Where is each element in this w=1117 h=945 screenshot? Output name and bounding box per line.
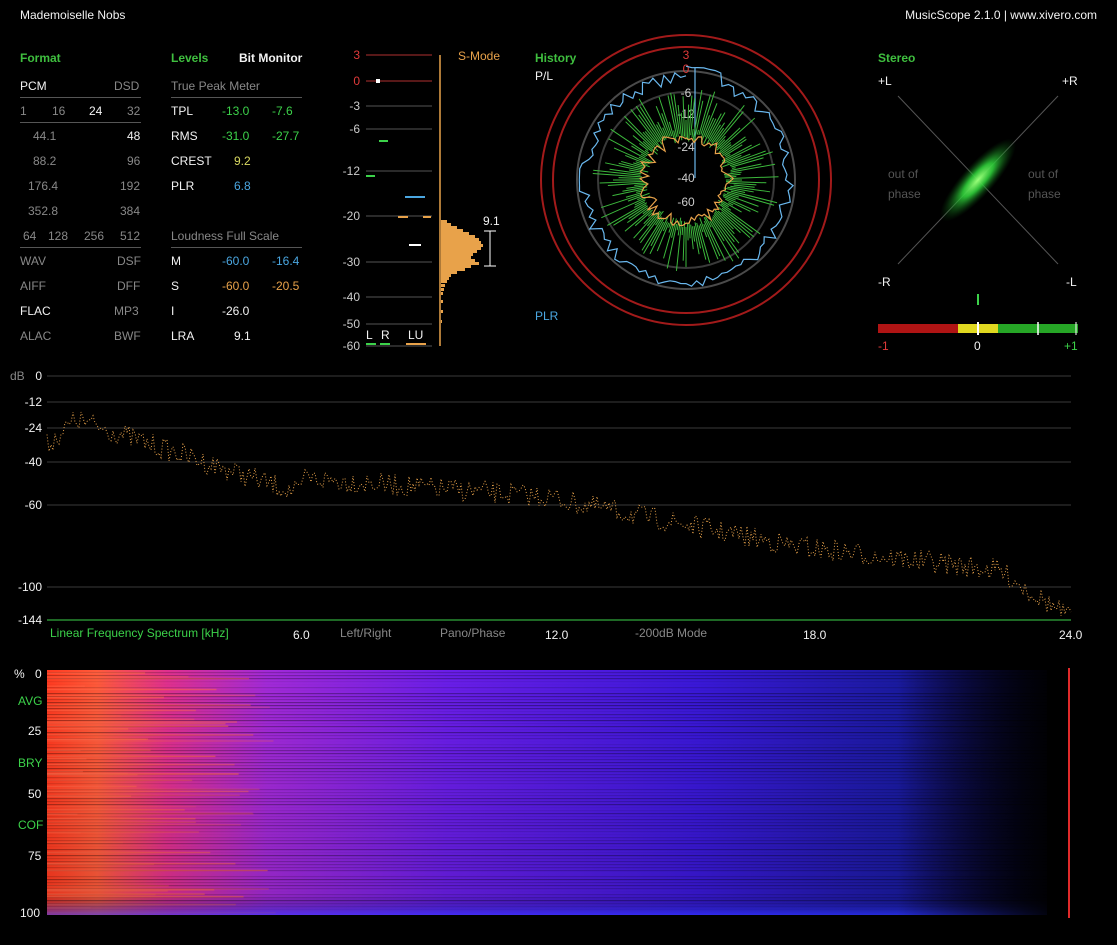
meter-histogram-bar	[441, 256, 471, 259]
history-ring-label: 3	[683, 48, 690, 62]
history-loudness-spike	[712, 216, 740, 253]
history-loudness-spike	[618, 177, 642, 179]
history-loudness-spike	[663, 225, 674, 259]
meter-histogram-bar	[441, 229, 463, 232]
meter-floor-r	[380, 343, 390, 345]
history-loudness-spike	[731, 157, 764, 168]
meter-marker	[366, 175, 375, 177]
history-ring-label: -60	[677, 195, 695, 209]
meter-histogram-bar	[441, 300, 443, 303]
meter-histogram-bar	[441, 274, 451, 277]
meter-histogram-bar	[441, 265, 471, 268]
meter-histogram-bar	[441, 288, 444, 291]
meter-histogram-bar	[441, 271, 457, 274]
history-loudness-spike	[696, 129, 699, 135]
meter-histogram-bar	[441, 244, 483, 247]
meter-histogram-bar	[441, 280, 447, 283]
history-loudness-spike	[681, 226, 684, 236]
history-ring-label: 0	[683, 62, 690, 76]
history-loudness-spike	[682, 221, 686, 261]
meter-histogram-bar	[441, 223, 451, 226]
history-loudness-spike	[601, 194, 642, 209]
meter-marker	[379, 140, 388, 142]
meter-histogram-bar	[441, 241, 481, 244]
graphics-layer: 30-6-12-24-40-60	[46, 34, 1078, 918]
meter-histogram-bar	[441, 268, 465, 271]
lra-bracket	[484, 230, 496, 267]
meter-histogram-bar	[441, 253, 473, 256]
meter-histogram-bar	[441, 235, 475, 238]
meter-histogram-bar	[441, 310, 443, 313]
meter-marker	[409, 244, 421, 246]
history-loudness-spike	[682, 96, 685, 137]
history-ring-label: -24	[677, 140, 695, 154]
meter-floor-lu	[406, 343, 426, 345]
spectrogram-fade	[47, 670, 1047, 915]
correlation-negative	[878, 324, 958, 333]
history-loudness-spike	[732, 167, 736, 169]
meter-peak-l	[376, 79, 380, 83]
meter-histogram-bar	[441, 292, 443, 295]
history-loudness-spike	[726, 182, 757, 186]
meter-marker	[423, 216, 431, 218]
history-loudness-spike	[730, 176, 779, 179]
history-loudness-spike	[592, 172, 643, 178]
meter-histogram-bar	[441, 250, 477, 253]
meter-histogram-bar	[441, 226, 457, 229]
meter-histogram-bar	[441, 220, 447, 223]
history-ring-label: -40	[677, 171, 695, 185]
meter-marker	[398, 216, 408, 218]
history-loudness-spike	[729, 151, 773, 167]
meter-histogram-bar	[441, 262, 479, 265]
history-loudness-spike	[688, 221, 691, 239]
spectrum-curve	[46, 411, 1072, 616]
history-loudness-spike	[691, 128, 694, 138]
history-loudness-spike	[613, 204, 647, 226]
meter-histogram-bar	[441, 232, 469, 235]
meter-histogram-bar	[441, 320, 442, 323]
meter-floor-l	[366, 343, 376, 345]
history-loudness-spike	[715, 105, 745, 143]
meter-histogram-bar	[441, 247, 481, 250]
meter-marker	[405, 196, 425, 198]
history-loudness-spike	[599, 180, 644, 184]
meter-histogram-bar	[441, 277, 449, 280]
meter-histogram-bar	[441, 284, 445, 287]
history-loudness-spike	[725, 180, 767, 184]
history-loudness-spike	[687, 223, 689, 241]
meter-histogram-bar	[441, 238, 479, 241]
history-ring-label: -6	[681, 86, 692, 100]
meter-histogram-bar	[441, 259, 475, 262]
